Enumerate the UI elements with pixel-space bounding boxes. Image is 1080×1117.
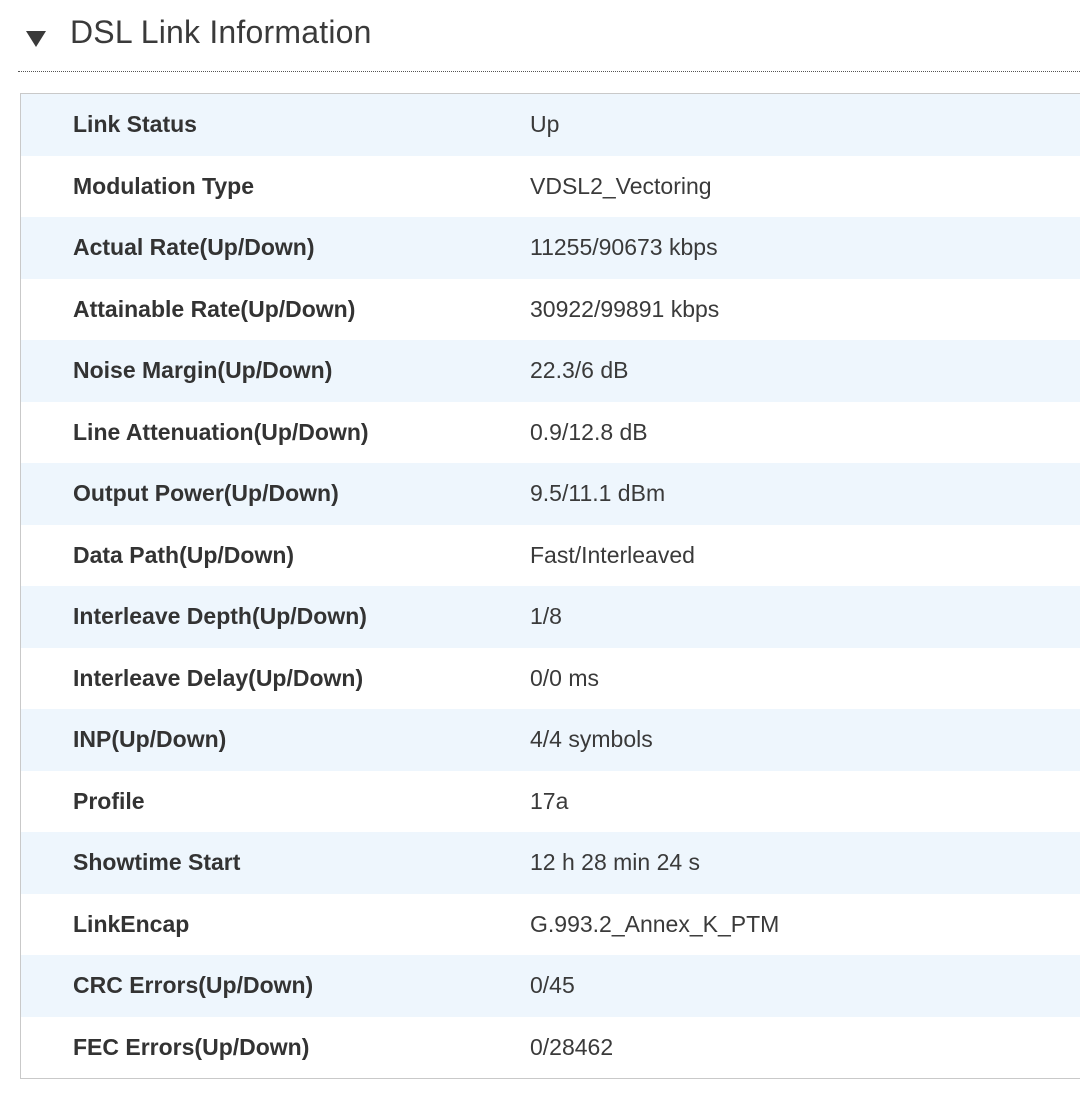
table-row: Line Attenuation(Up/Down) 0.9/12.8 dB	[21, 401, 1080, 463]
row-label: Attainable Rate(Up/Down)	[73, 295, 356, 322]
row-value: Fast/Interleaved	[530, 541, 695, 568]
row-label: INP(Up/Down)	[73, 726, 227, 753]
table-row: FEC Errors(Up/Down) 0/28462	[21, 1016, 1080, 1078]
row-value: G.993.2_Annex_K_PTM	[530, 910, 780, 937]
row-value: VDSL2_Vectoring	[530, 172, 712, 199]
row-value: 17a	[530, 787, 569, 814]
table-row: Output Power(Up/Down) 9.5/11.1 dBm	[21, 463, 1080, 525]
table-row: Interleave Depth(Up/Down) 1/8	[21, 586, 1080, 648]
row-label: Noise Margin(Up/Down)	[73, 357, 333, 384]
section-header[interactable]: DSL Link Information	[18, 0, 1080, 72]
section-title: DSL Link Information	[70, 14, 372, 50]
table-row: Interleave Delay(Up/Down) 0/0 ms	[21, 647, 1080, 709]
page: DSL Link Information Link Status Up Modu…	[0, 0, 1080, 1117]
row-label: CRC Errors(Up/Down)	[73, 972, 314, 999]
row-value: 22.3/6 dB	[530, 357, 629, 384]
row-label: LinkEncap	[73, 910, 190, 937]
row-value: 0/45	[530, 972, 575, 999]
row-label: Profile	[73, 787, 145, 814]
table-row: Data Path(Up/Down) Fast/Interleaved	[21, 524, 1080, 586]
row-label: Modulation Type	[73, 172, 255, 199]
row-label: Line Attenuation(Up/Down)	[73, 418, 369, 445]
row-value: 1/8	[530, 603, 562, 630]
table-row: Attainable Rate(Up/Down) 30922/99891 kbp…	[21, 278, 1080, 340]
table-row: Actual Rate(Up/Down) 11255/90673 kbps	[21, 217, 1080, 279]
row-value: Up	[530, 111, 560, 138]
dsl-info-table: Link Status Up Modulation Type VDSL2_Vec…	[20, 93, 1080, 1079]
row-label: Interleave Depth(Up/Down)	[73, 603, 367, 630]
row-value: 12 h 28 min 24 s	[530, 849, 701, 876]
table-row: LinkEncap G.993.2_Annex_K_PTM	[21, 893, 1080, 955]
row-value: 30922/99891 kbps	[530, 295, 720, 322]
collapse-triangle-icon[interactable]	[26, 31, 46, 47]
row-label: Showtime Start	[73, 849, 241, 876]
row-label: Data Path(Up/Down)	[73, 541, 295, 568]
table-row: INP(Up/Down) 4/4 symbols	[21, 709, 1080, 771]
row-label: Interleave Delay(Up/Down)	[73, 664, 364, 691]
row-value: 9.5/11.1 dBm	[530, 480, 666, 507]
table-row: Noise Margin(Up/Down) 22.3/6 dB	[21, 340, 1080, 402]
row-value: 0/28462	[530, 1033, 614, 1060]
row-value: 11255/90673 kbps	[530, 234, 718, 261]
table-row: Link Status Up	[21, 94, 1080, 156]
row-value: 0/0 ms	[530, 664, 600, 691]
row-label: Actual Rate(Up/Down)	[73, 234, 315, 261]
table-row: Modulation Type VDSL2_Vectoring	[21, 155, 1080, 217]
row-label: Output Power(Up/Down)	[73, 480, 339, 507]
table-row: Profile 17a	[21, 770, 1080, 832]
table-row: CRC Errors(Up/Down) 0/45	[21, 955, 1080, 1017]
row-label: Link Status	[73, 111, 197, 138]
row-value: 0.9/12.8 dB	[530, 418, 648, 445]
table-row: Showtime Start 12 h 28 min 24 s	[21, 832, 1080, 894]
row-value: 4/4 symbols	[530, 726, 653, 753]
row-label: FEC Errors(Up/Down)	[73, 1033, 310, 1060]
